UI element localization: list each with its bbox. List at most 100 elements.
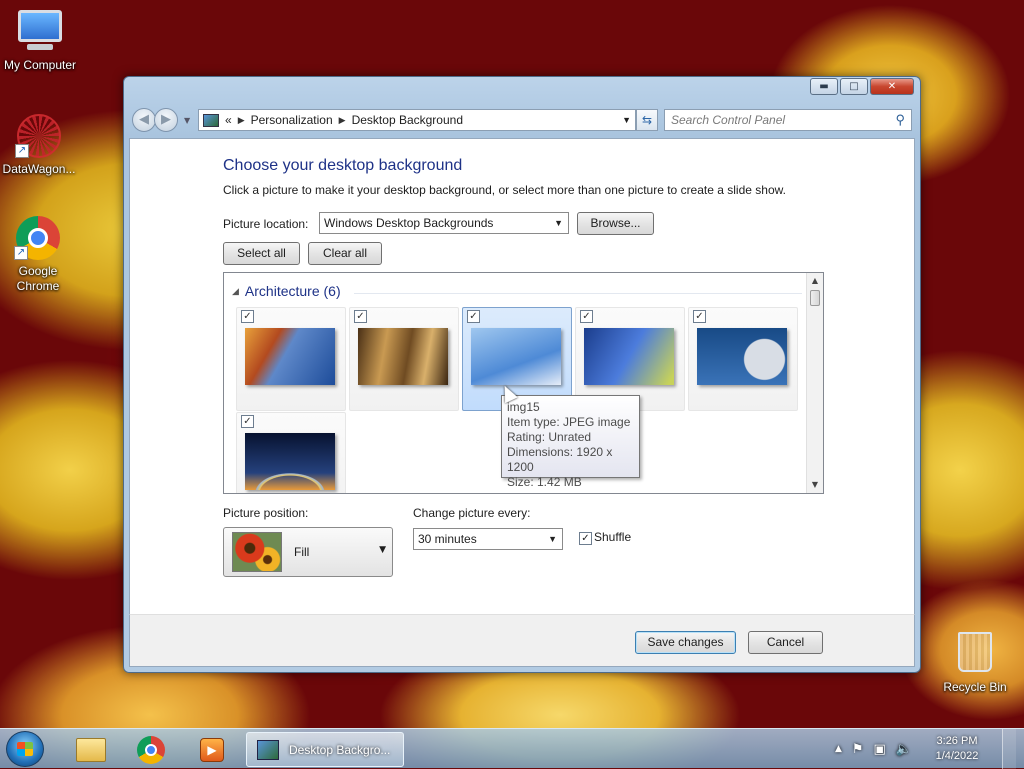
media-player-icon: ▶ [200, 738, 224, 762]
control-panel-icon [203, 113, 219, 127]
taskbar-explorer[interactable] [62, 733, 114, 767]
picture-location-select[interactable]: Windows Desktop Backgrounds ▼ [319, 212, 569, 234]
search-icon[interactable]: ⚲ [895, 112, 905, 128]
volume-icon[interactable]: 🔈 [896, 742, 912, 757]
content-pane: Choose your desktop background Click a p… [129, 138, 915, 614]
picture-thumbnail[interactable]: ✓ [236, 412, 346, 493]
gallery-scrollbar[interactable]: ▲ ▼ [806, 273, 823, 493]
change-picture-label: Change picture every: [413, 506, 531, 520]
picture-image [358, 328, 448, 385]
desktop-icon-google-chrome[interactable]: ↗ Google Chrome [0, 216, 78, 294]
save-changes-button[interactable]: Save changes [635, 631, 736, 654]
picture-tooltip: img15 Item type: JPEG image Rating: Unra… [501, 395, 640, 489]
action-center-flag-icon[interactable]: ⚑ [852, 742, 864, 757]
desktop-icon-label: Recycle Bin [943, 680, 1007, 694]
clock-time: 3:26 PM [936, 735, 978, 747]
computer-icon [16, 10, 64, 54]
refresh-button[interactable]: ⇆ [636, 109, 658, 131]
picture-image [245, 328, 335, 385]
desktop-icon-label: My Computer [3, 58, 77, 72]
chevron-down-icon: ▼ [554, 218, 563, 228]
picture-checkbox[interactable]: ✓ [241, 415, 254, 428]
show-hidden-icons-icon[interactable]: ▲ [835, 744, 842, 754]
group-title: Architecture (6) [244, 283, 341, 299]
picture-image [584, 328, 674, 385]
maximize-button[interactable]: □ [840, 78, 868, 95]
taskbar-window-title: Desktop Backgro... [289, 742, 391, 757]
desktop-icon-datawagon[interactable]: ↗ DataWagon... [0, 114, 79, 176]
breadcrumb-separator-icon[interactable]: ▶ [339, 115, 346, 126]
desktop-icon-recycle-bin[interactable]: Recycle Bin [935, 632, 1015, 694]
change-picture-value: 30 minutes [418, 532, 477, 546]
picture-thumbnail[interactable]: ✓ [688, 307, 798, 411]
start-button[interactable] [6, 731, 44, 767]
scroll-down-icon[interactable]: ▼ [807, 477, 823, 493]
taskbar-chrome[interactable] [123, 733, 175, 767]
picture-checkbox[interactable]: ✓ [354, 310, 367, 323]
close-button[interactable]: ✕ [870, 78, 914, 95]
tooltip-dimensions: Dimensions: 1920 x 1200 [507, 445, 613, 474]
picture-checkbox[interactable]: ✓ [241, 310, 254, 323]
search-input[interactable]: Search Control Panel [671, 113, 785, 127]
window-controls: ▬ □ ✕ [810, 78, 914, 95]
search-box[interactable]: Search Control Panel ⚲ [664, 109, 912, 131]
picture-position-select[interactable]: Fill ▼ [223, 527, 393, 577]
tooltip-type: Item type: JPEG image [507, 415, 631, 429]
picture-checkbox[interactable]: ✓ [693, 310, 706, 323]
scrollbar-thumb[interactable] [810, 290, 820, 306]
control-panel-icon [257, 739, 279, 760]
chevron-down-icon: ▼ [548, 534, 557, 544]
breadcrumb-personalization[interactable]: Personalization [251, 113, 333, 127]
picture-thumbnail[interactable]: ✓ [236, 307, 346, 411]
desktop-icon-label: Google Chrome [16, 264, 60, 293]
picture-image [245, 433, 335, 490]
picture-position-label: Picture position: [223, 506, 309, 520]
picture-checkbox[interactable]: ✓ [467, 310, 480, 323]
network-icon[interactable]: ▣ [874, 742, 886, 757]
desktop-icon-label: DataWagon... [2, 162, 76, 176]
chrome-icon: ↗ [14, 216, 62, 260]
clock-date: 1/4/2022 [935, 750, 979, 762]
page-description: Click a picture to make it your desktop … [223, 183, 786, 197]
shuffle-label[interactable]: Shuffle [594, 530, 631, 544]
minimize-button[interactable]: ▬ [810, 78, 838, 95]
cancel-button[interactable]: Cancel [748, 631, 823, 654]
browse-button[interactable]: Browse... [577, 212, 654, 235]
picture-location-value: Windows Desktop Backgrounds [324, 216, 494, 230]
show-desktop-button[interactable] [1002, 729, 1016, 769]
taskbar: ▶ Desktop Backgro... ▲ ⚑ ▣ 🔈 3:26 PM 1/4… [0, 728, 1024, 769]
scroll-up-icon[interactable]: ▲ [807, 273, 823, 289]
shuffle-checkbox[interactable]: ✓ [579, 532, 592, 545]
system-tray: ▲ ⚑ ▣ 🔈 3:26 PM 1/4/2022 [835, 729, 1024, 769]
select-all-button[interactable]: Select all [223, 242, 300, 265]
breadcrumb-desktop-background[interactable]: Desktop Background [352, 113, 463, 127]
command-bar: Save changes Cancel [129, 614, 915, 667]
navigation-bar: ◀ ▶ ▼ « ▶ Personalization ▶ Desktop Back… [132, 107, 912, 133]
taskbar-media-player[interactable]: ▶ [184, 733, 236, 767]
picture-checkbox[interactable]: ✓ [580, 310, 593, 323]
recycle-bin-icon [951, 632, 999, 676]
change-picture-select[interactable]: 30 minutes ▼ [413, 528, 563, 550]
page-title: Choose your desktop background [223, 157, 463, 174]
picture-thumbnail[interactable]: ✓ [349, 307, 459, 411]
datawagon-icon: ↗ [15, 114, 63, 158]
tooltip-size: Size: 1.42 MB [507, 475, 582, 489]
recent-pages-dropdown[interactable]: ▼ [184, 116, 192, 125]
clock[interactable]: 3:26 PM 1/4/2022 [922, 734, 992, 764]
desktop-icon-my-computer[interactable]: My Computer [0, 10, 80, 72]
breadcrumb-separator-icon[interactable]: ▶ [238, 115, 245, 126]
windows-logo-icon [17, 742, 33, 756]
picture-position-value: Fill [294, 545, 310, 559]
taskbar-active-window[interactable]: Desktop Backgro... [246, 732, 404, 767]
breadcrumb-overflow[interactable]: « [225, 113, 232, 127]
group-header-architecture[interactable]: ◢ Architecture (6) [232, 283, 341, 299]
picture-location-label: Picture location: [223, 217, 309, 231]
address-bar[interactable]: « ▶ Personalization ▶ Desktop Background… [198, 109, 636, 131]
clear-all-button[interactable]: Clear all [308, 242, 382, 265]
back-button[interactable]: ◀ [132, 108, 156, 132]
shortcut-arrow-icon: ↗ [15, 144, 29, 158]
folder-icon [76, 738, 106, 762]
forward-button[interactable]: ▶ [154, 108, 178, 132]
collapse-icon[interactable]: ◢ [232, 286, 239, 297]
address-dropdown-icon[interactable]: ▼ [622, 115, 631, 125]
